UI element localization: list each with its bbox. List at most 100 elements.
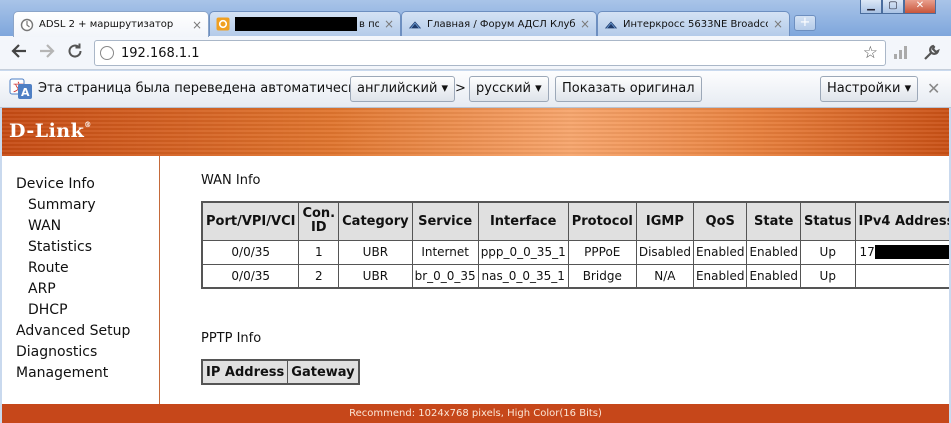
tab-intercross[interactable]: Интеркросс 5633NE Broadcom × [597,11,790,36]
svg-text:A: A [21,86,30,99]
table-cell: 0/0/35 [201,239,300,265]
reload-button[interactable] [64,42,86,64]
nav-summary[interactable]: Summary [28,197,96,213]
nav-wan[interactable]: WAN [28,218,61,234]
column-header: IPv4 Address [854,201,949,241]
table-header-row: IP Address Gateway [201,359,360,385]
router-footer: Recommend: 1024x768 pixels, High Color(1… [2,404,949,423]
translate-settings-select[interactable]: Настройки ▾ [820,76,919,102]
translate-settings-label: Настройки [827,81,901,96]
tab-title: Интеркросс 5633NE Broadcom [623,18,768,30]
redacted-block [235,17,357,31]
router-header: D-Link® [2,108,949,156]
dlink-logo: D-Link® [9,120,92,142]
nav-management[interactable]: Management [16,365,108,381]
table-cell: N/A [635,263,694,289]
maximize-button[interactable]: ▢ [882,0,904,14]
translate-bar: 文A Эта страница была переведена автомати… [0,71,951,108]
tab-forum[interactable]: Главная / Форум АДСЛ Клуб × [401,11,597,36]
pptp-info-title: PPTP Info [201,331,262,346]
column-header: QoS [692,201,748,241]
chevron-down-icon: ▾ [904,81,912,96]
source-language-select[interactable]: английский ▾ [350,76,456,102]
target-language-select[interactable]: русский ▾ [469,76,549,102]
browser-titlebar: ADSL 2 + маршрутизатор × в пож × Главная… [0,0,951,37]
table-cell: Up [799,239,856,265]
tab-router[interactable]: ADSL 2 + маршрутизатор × [13,11,209,37]
tab-close-icon[interactable]: × [384,17,394,31]
globe-icon [20,18,34,32]
table-cell: br_0_0_35 [411,263,479,289]
table-cell: nas_0_0_35_1 [477,263,569,289]
table-cell: 0/0/35 [201,263,300,289]
table-cell: 1 [298,239,340,265]
table-row: 0/0/35 2 UBR br_0_0_35 nas_0_0_35_1 Brid… [201,263,949,289]
table-cell: Enabled [692,263,748,289]
table-cell: Disabled [635,239,694,265]
translate-message: Эта страница была переведена автоматичес… [38,81,365,96]
signal-icon[interactable] [893,44,909,63]
table-cell: Bridge [567,263,637,289]
column-header: State [746,201,801,241]
wan-info-title: WAN Info [201,173,261,188]
forward-button[interactable] [36,42,58,64]
nav-diagnostics[interactable]: Diagnostics [16,344,97,360]
column-header: Status [799,201,856,241]
nav-arp[interactable]: ARP [28,281,56,297]
nav-dhcp[interactable]: DHCP [28,302,68,318]
chevron-down-icon: ▾ [441,81,449,96]
nav-device-info[interactable]: Device Info [16,176,95,192]
page-icon [100,46,114,60]
tab-close-icon[interactable]: × [192,18,202,32]
target-language-label: русский [476,81,531,96]
wan-info-table: Port/VPI/VCI Con. ID Category Service Int… [201,201,949,289]
forum-icon [604,17,618,31]
tab-close-icon[interactable]: × [773,17,783,31]
translate-icon: 文A [9,78,33,100]
minimize-button[interactable]: ▁ [860,0,882,14]
column-header: Gateway [287,359,360,385]
pptp-info-table: IP Address Gateway [201,359,360,385]
source-language-label: английский [357,81,438,96]
star-icon[interactable]: ☆ [863,43,878,63]
table-cell: PPPoE [567,239,637,265]
new-tab-button[interactable]: + [794,15,816,31]
mail-icon [216,17,230,31]
nav-statistics[interactable]: Statistics [28,239,92,255]
chevron-down-icon: ▾ [535,81,542,96]
table-cell [854,263,949,289]
table-cell: 2 [298,263,340,289]
language-separator: > [455,81,466,96]
table-cell: Enabled [692,239,748,265]
redacted-block [874,245,949,260]
column-header: IP Address [201,359,289,385]
table-cell: Up [799,263,856,289]
table-cell: Enabled [746,263,801,289]
router-sidebar: Device Info Summary WAN Statistics Route… [2,156,160,404]
column-header: Service [411,201,479,241]
tab-title: в пож [359,19,379,30]
tab-close-icon[interactable]: × [580,17,590,31]
nav-route[interactable]: Route [28,260,69,276]
show-original-button[interactable]: Показать оригинал [555,76,702,102]
table-cell: UBR [338,263,413,289]
tab-title: Главная / Форум АДСЛ Клуб [427,18,575,30]
arrow-right-icon [40,44,55,58]
back-button[interactable] [8,42,30,64]
table-cell: UBR [338,239,413,265]
table-cell: ppp_0_0_35_1 [477,239,569,265]
ip-address-cell: 17 [854,239,949,265]
address-bar[interactable]: 192.168.1.1 ☆ [94,40,886,66]
table-header-row: Port/VPI/VCI Con. ID Category Service Int… [201,201,949,241]
close-window-button[interactable]: ✕ [904,0,936,14]
ip-address-prefix: 17 [859,244,875,259]
wrench-icon[interactable] [922,44,940,66]
tab-mail[interactable]: в пож × [209,11,401,36]
arrow-left-icon [11,44,26,58]
column-header: Protocol [567,201,637,241]
router-page: D-Link® Device Info Summary WAN Statisti… [2,108,949,423]
url-text: 192.168.1.1 [121,46,200,61]
nav-advanced-setup[interactable]: Advanced Setup [16,323,130,339]
table-cell: Enabled [746,239,801,265]
close-icon[interactable]: ✕ [927,79,940,98]
